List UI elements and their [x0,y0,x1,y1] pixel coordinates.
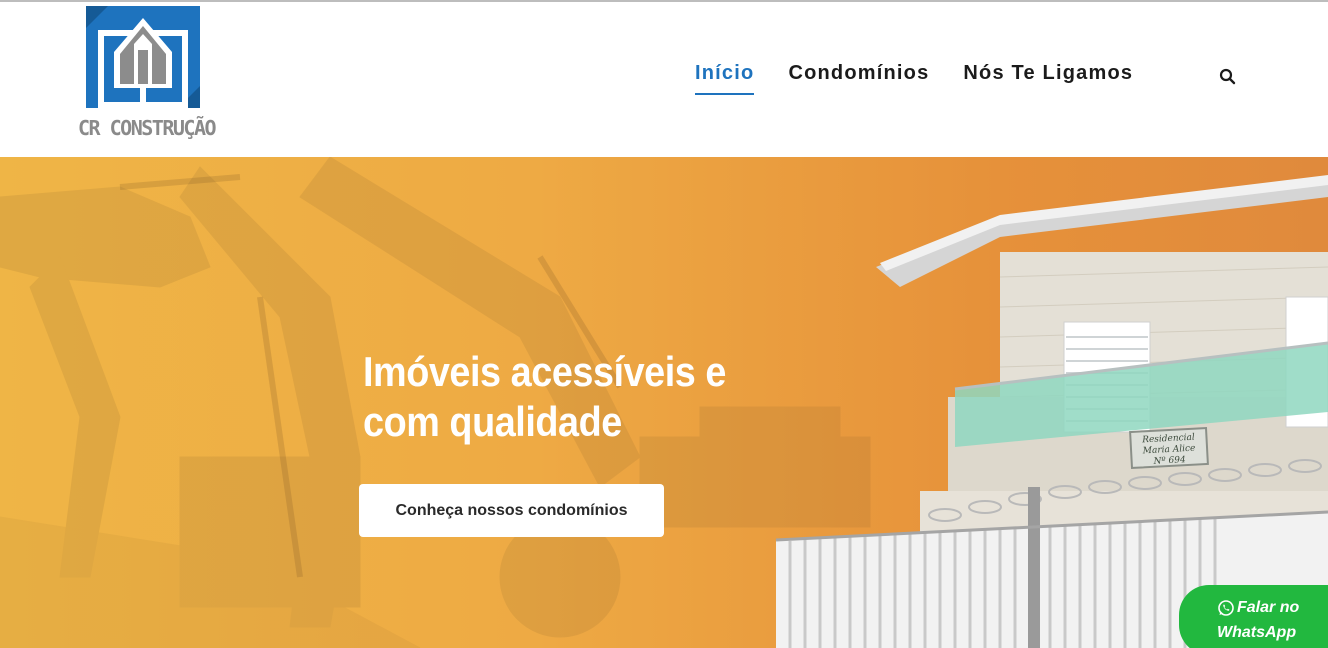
hero-banner: Residencial Maria Alice Nº 694 Imóveis a… [0,157,1328,648]
hero-title-line-2: com qualidade [363,398,622,445]
nav-item-nos-te-ligamos[interactable]: Nós Te Ligamos [963,62,1133,95]
hero-title-line-1: Imóveis acessíveis e [363,348,726,395]
whatsapp-icon [1218,600,1234,616]
logo-house-icon [86,6,200,108]
search-icon[interactable] [1217,66,1239,88]
hero-title: Imóveis acessíveis e com qualidade [363,347,786,447]
logo-text: CR CONSTRUÇÃO [78,116,217,140]
building-sign: Residencial Maria Alice Nº 694 [1129,426,1209,470]
site-header: CR CONSTRUÇÃO Início Condomínios Nós Te … [0,2,1328,157]
view-condominiums-button[interactable]: Conheça nossos condomínios [359,484,664,537]
nav-item-condominios[interactable]: Condomínios [788,62,929,95]
whatsapp-label-line-2: WhatsApp [1217,624,1297,641]
nav-item-inicio[interactable]: Início [695,62,755,95]
main-nav: Início Condomínios Nós Te Ligamos [695,62,1167,102]
logo[interactable]: CR CONSTRUÇÃO [78,4,218,149]
whatsapp-label-line-1: Falar no [1237,599,1300,616]
whatsapp-button[interactable]: Falar no WhatsApp [1179,585,1328,648]
